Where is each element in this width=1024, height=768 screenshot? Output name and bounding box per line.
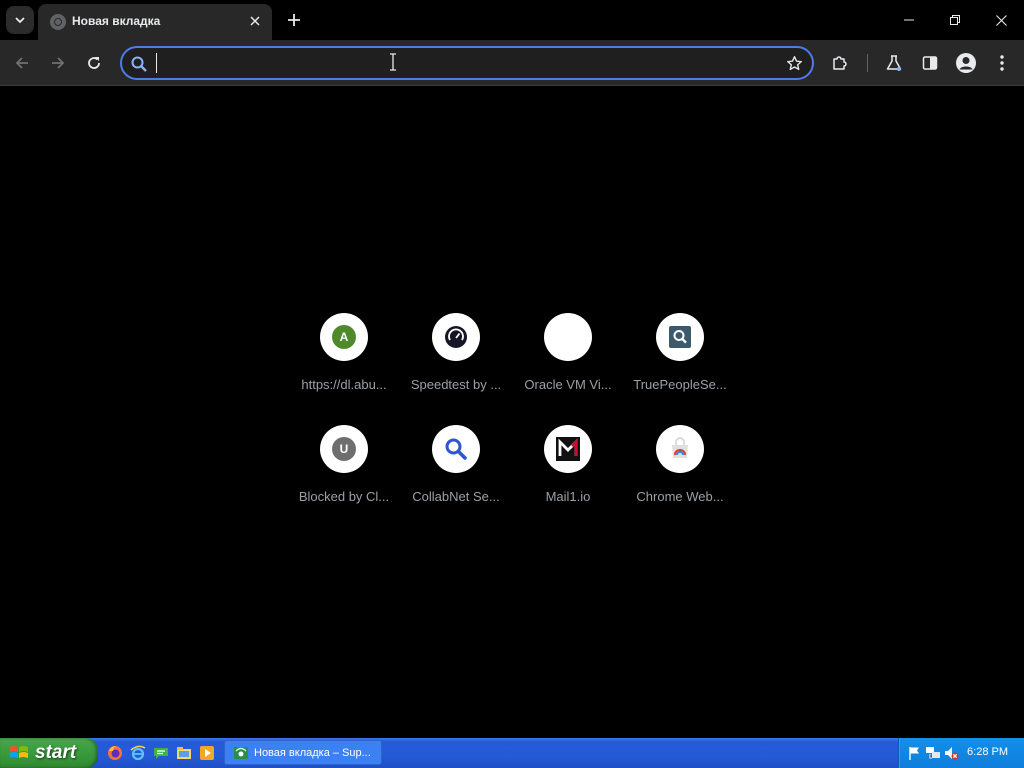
profile-button[interactable] (952, 49, 980, 77)
new-tab-page: A https://dl.abu... Speedtest by ... Ora… (0, 87, 1024, 738)
side-panel-button[interactable] (916, 49, 944, 77)
letter-a-icon: A (332, 325, 356, 349)
shortcut-label: Chrome Web... (636, 489, 724, 504)
plus-icon (288, 14, 300, 26)
tab-strip: Новая вкладка (0, 0, 1024, 40)
restore-button[interactable] (932, 0, 978, 40)
screen: Новая вкладка A https://dl.abu... Speedt… (0, 0, 1024, 768)
close-icon (995, 14, 1007, 26)
flask-icon (886, 55, 902, 71)
shortcut-label: Oracle VM Vi... (524, 377, 612, 392)
taskbar: start Новая вкладка – Sup... 6:28 PM (0, 738, 1024, 768)
start-label: start (35, 742, 77, 763)
omnibox-input[interactable] (156, 51, 766, 75)
back-arrow-icon (15, 57, 28, 69)
shortcut-icon-circle: U (320, 425, 368, 473)
labs-button[interactable] (880, 49, 908, 77)
tab-title: Новая вкладка (72, 14, 161, 28)
blank-icon (556, 325, 580, 349)
flag-icon[interactable] (907, 745, 923, 761)
windows-logo-icon (10, 746, 28, 758)
start-button[interactable]: start (0, 738, 98, 768)
omnibox[interactable] (120, 46, 814, 80)
shortcut-label: https://dl.abu... (301, 377, 387, 392)
reload-icon (88, 57, 100, 69)
shortcut-icon-circle (656, 313, 704, 361)
close-window-button[interactable] (978, 0, 1024, 40)
close-icon (250, 16, 260, 26)
speedtest-icon (445, 326, 467, 348)
new-tab-favicon-icon (50, 14, 66, 30)
shortcut-icon-circle (432, 313, 480, 361)
network-icon[interactable] (925, 745, 941, 761)
toolbar (0, 40, 1024, 86)
shortcut-tile[interactable]: U Blocked by Cl... (288, 417, 400, 529)
toolbar-separator (867, 54, 868, 72)
shortcut-label: Mail1.io (545, 489, 591, 504)
chrome-menu-button[interactable] (988, 49, 1016, 77)
shortcut-icon-circle (544, 313, 592, 361)
internet-explorer-icon[interactable] (130, 745, 146, 761)
letter-u-icon: U (332, 437, 356, 461)
shortcut-tile[interactable]: Mail1.io (512, 417, 624, 529)
mail1-icon (556, 437, 580, 461)
search-icon (131, 56, 147, 72)
firefox-icon[interactable] (107, 745, 123, 761)
taskbar-item-label: Новая вкладка – Sup... (254, 746, 371, 759)
active-tab[interactable]: Новая вкладка (38, 4, 272, 40)
shortcut-label: Speedtest by ... (410, 377, 502, 392)
new-tab-button[interactable] (280, 6, 308, 34)
taskbar-item-chrome[interactable]: Новая вкладка – Sup... (224, 740, 382, 765)
truepeople-search-icon (669, 326, 691, 348)
shortcut-tile[interactable]: TruePeopleSe... (624, 305, 736, 417)
minimize-icon (904, 19, 914, 21)
shortcut-icon-circle (544, 425, 592, 473)
shortcut-label: CollabNet Se... (412, 489, 500, 504)
tab-search-button[interactable] (6, 6, 34, 34)
shortcut-icon-circle (432, 425, 480, 473)
shortcut-icon-circle: A (320, 313, 368, 361)
avatar-icon (956, 53, 976, 73)
shortcut-tile[interactable]: Speedtest by ... (400, 305, 512, 417)
media-player-icon[interactable] (199, 745, 215, 761)
shortcut-icon-circle (656, 425, 704, 473)
ibeam-cursor-icon (390, 53, 396, 71)
shortcut-tile[interactable]: Oracle VM Vi... (512, 305, 624, 417)
side-panel-icon (922, 56, 938, 70)
puzzle-piece-icon (833, 56, 847, 70)
forward-arrow-icon (52, 57, 65, 69)
shortcut-tile[interactable]: A https://dl.abu... (288, 305, 400, 417)
system-tray: 6:28 PM (898, 738, 1024, 768)
tab-close-button[interactable] (244, 10, 266, 32)
magnifier-icon (445, 438, 467, 460)
shortcut-label: TruePeopleSe... (633, 377, 727, 392)
shortcut-tile[interactable]: CollabNet Se... (400, 417, 512, 529)
text-caret (156, 53, 157, 73)
forward-button[interactable] (44, 49, 72, 77)
bookmark-star-button[interactable] (782, 51, 806, 75)
chrome-web-store-icon (672, 437, 688, 458)
three-dots-vertical-icon (1000, 55, 1004, 71)
star-icon (786, 55, 802, 70)
shortcut-grid: A https://dl.abu... Speedtest by ... Ora… (288, 305, 736, 529)
chevron-down-icon (15, 17, 25, 24)
back-button[interactable] (8, 49, 36, 77)
restore-icon (950, 15, 960, 25)
volume-muted-icon[interactable] (943, 745, 959, 761)
folder-icon[interactable] (176, 745, 192, 761)
chrome-window-icon (234, 746, 248, 759)
extensions-button[interactable] (826, 49, 854, 77)
system-clock[interactable]: 6:28 PM (967, 746, 1008, 758)
minimize-button[interactable] (886, 0, 932, 40)
reload-button[interactable] (80, 49, 108, 77)
shortcut-label: Blocked by Cl... (298, 489, 390, 504)
shortcut-tile[interactable]: Chrome Web... (624, 417, 736, 529)
messenger-icon[interactable] (153, 745, 169, 761)
